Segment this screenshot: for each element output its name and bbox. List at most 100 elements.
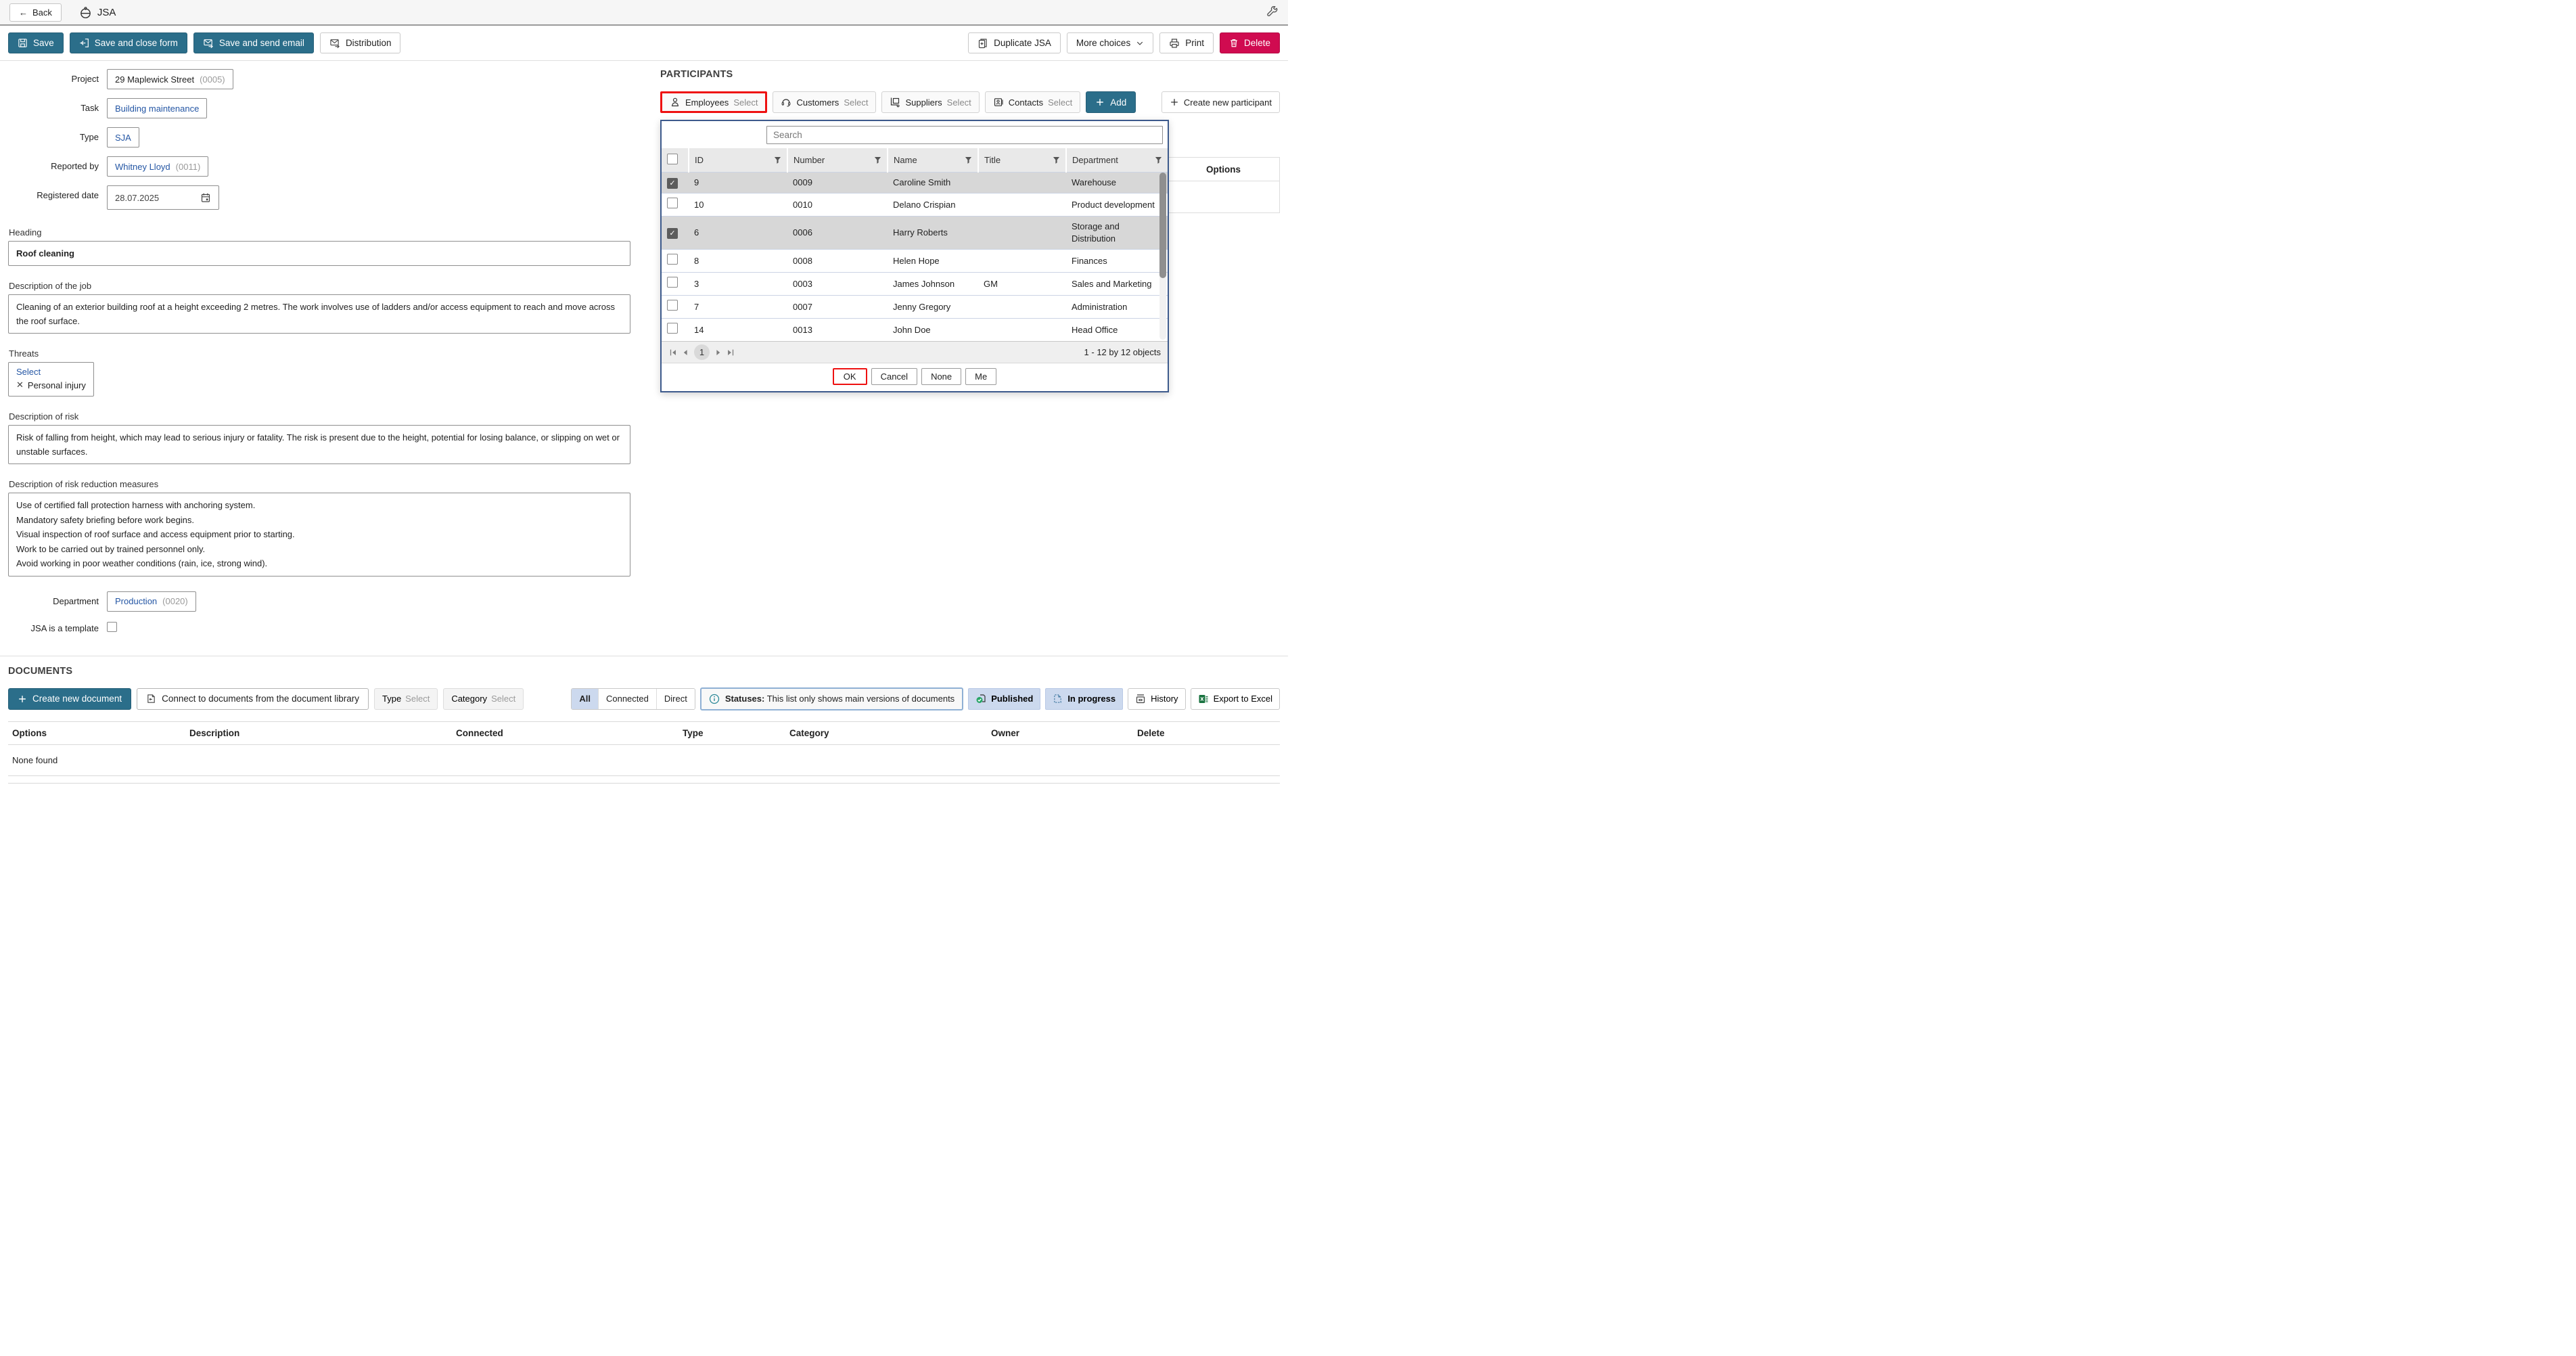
- tab-connected[interactable]: Connected: [598, 689, 656, 709]
- current-page[interactable]: 1: [694, 344, 710, 360]
- filter-icon[interactable]: [774, 156, 781, 164]
- connect-documents-button[interactable]: Connect to documents from the document l…: [137, 688, 369, 710]
- filter-icon[interactable]: [874, 156, 881, 164]
- save-and-send-email-button[interactable]: Save and send email: [193, 32, 314, 53]
- print-button[interactable]: Print: [1159, 32, 1214, 53]
- type-label: Type: [8, 127, 107, 142]
- create-new-participant-button[interactable]: Create new participant: [1162, 91, 1280, 113]
- employee-table-header: ID Number Name Title Department: [662, 148, 1168, 173]
- empty-row: None found: [8, 744, 1280, 775]
- row-checkbox[interactable]: [667, 277, 678, 288]
- printer-icon: [1169, 38, 1180, 49]
- employee-table: ID Number Name Title Department ✓90009Ca…: [662, 148, 1168, 341]
- save-and-close-button[interactable]: Save and close form: [70, 32, 187, 53]
- employee-row[interactable]: 70007Jenny GregoryAdministration: [662, 296, 1168, 319]
- col-category: Category: [785, 721, 987, 744]
- threats-select-link[interactable]: Select: [16, 367, 86, 377]
- options-column-header: Options: [1168, 158, 1279, 181]
- contact-card-icon: [993, 97, 1004, 108]
- last-page-icon[interactable]: [726, 348, 735, 357]
- save-button[interactable]: Save: [8, 32, 64, 53]
- prev-page-icon[interactable]: [681, 348, 690, 357]
- remove-threat-icon[interactable]: ✕: [16, 380, 24, 390]
- documents-table: Options Description Connected Type Categ…: [8, 721, 1280, 784]
- me-button[interactable]: Me: [965, 368, 996, 385]
- reported-by-field[interactable]: Whitney Lloyd (0011): [107, 156, 208, 177]
- published-filter-button[interactable]: Published: [968, 688, 1040, 710]
- column-number[interactable]: Number: [787, 148, 888, 173]
- none-found-label: None found: [8, 744, 1280, 775]
- employee-row[interactable]: 140013John DoeHead Office: [662, 319, 1168, 342]
- template-label: JSA is a template: [8, 620, 107, 633]
- scrollbar[interactable]: [1159, 173, 1166, 340]
- duplicate-jsa-button[interactable]: Duplicate JSA: [968, 32, 1061, 53]
- employee-row[interactable]: 30003James JohnsonGMSales and Marketing: [662, 273, 1168, 296]
- reported-by-label: Reported by: [8, 156, 107, 171]
- history-button[interactable]: History: [1128, 688, 1185, 710]
- registered-date-field[interactable]: 28.07.2025: [107, 185, 219, 210]
- ok-button[interactable]: OK: [833, 368, 867, 385]
- app-title: JSA: [79, 6, 116, 19]
- heading-label: Heading: [9, 227, 630, 238]
- filter-icon[interactable]: [965, 156, 972, 164]
- tab-all-documents[interactable]: All: [572, 689, 598, 709]
- next-page-icon[interactable]: [714, 348, 723, 357]
- employee-row[interactable]: 80008Helen HopeFinances: [662, 250, 1168, 273]
- row-checkbox[interactable]: [667, 300, 678, 311]
- measures-input[interactable]: Use of certified fall protection harness…: [8, 493, 630, 577]
- department-label: Department: [8, 591, 107, 606]
- filter-icon[interactable]: [1053, 156, 1060, 164]
- column-department[interactable]: Department: [1066, 148, 1168, 173]
- search-input[interactable]: [766, 126, 1163, 144]
- column-title[interactable]: Title: [978, 148, 1066, 173]
- chevron-down-icon: [1136, 39, 1144, 47]
- calendar-icon[interactable]: [200, 192, 211, 203]
- threats-field[interactable]: Select ✕ Personal injury: [8, 362, 94, 397]
- employee-row[interactable]: 100010Delano CrispianProduct development: [662, 194, 1168, 217]
- row-checkbox[interactable]: [667, 254, 678, 265]
- documents-section: DOCUMENTS Create new document Connect to…: [0, 656, 1288, 784]
- task-field[interactable]: Building maintenance: [107, 98, 207, 118]
- employees-select-button[interactable]: Employees Select: [660, 91, 767, 113]
- department-field[interactable]: Production (0020): [107, 591, 196, 612]
- distribution-button[interactable]: Distribution: [320, 32, 401, 53]
- row-checkbox[interactable]: ✓: [667, 228, 678, 239]
- row-checkbox[interactable]: ✓: [667, 178, 678, 189]
- column-id[interactable]: ID: [689, 148, 787, 173]
- cancel-button[interactable]: Cancel: [871, 368, 917, 385]
- suppliers-select-button[interactable]: Suppliers Select: [881, 91, 979, 113]
- job-description-input[interactable]: Cleaning of an exterior building roof at…: [8, 294, 630, 334]
- category-select-button[interactable]: Category Select: [443, 688, 524, 710]
- project-field[interactable]: 29 Maplewick Street (0005): [107, 69, 233, 89]
- select-all-cell: [662, 148, 689, 173]
- in-progress-filter-button[interactable]: In progress: [1045, 688, 1123, 710]
- none-button[interactable]: None: [921, 368, 961, 385]
- select-all-checkbox[interactable]: [667, 154, 678, 164]
- customers-select-button[interactable]: Customers Select: [773, 91, 876, 113]
- column-name[interactable]: Name: [888, 148, 978, 173]
- contacts-select-button[interactable]: Contacts Select: [985, 91, 1080, 113]
- back-button[interactable]: ← Back: [9, 3, 62, 22]
- create-new-document-button[interactable]: Create new document: [8, 688, 131, 710]
- template-checkbox[interactable]: [107, 622, 117, 632]
- documents-title: DOCUMENTS: [8, 666, 1280, 677]
- trash-icon: [1229, 38, 1239, 48]
- row-checkbox[interactable]: [667, 323, 678, 334]
- add-participants-button[interactable]: Add: [1086, 91, 1136, 113]
- export-to-excel-button[interactable]: Export to Excel: [1191, 688, 1280, 710]
- row-checkbox[interactable]: [667, 198, 678, 208]
- heading-input[interactable]: Roof cleaning: [8, 241, 630, 266]
- risk-description-input[interactable]: Risk of falling from height, which may l…: [8, 425, 630, 464]
- tab-direct[interactable]: Direct: [656, 689, 695, 709]
- filter-icon[interactable]: [1155, 156, 1162, 164]
- type-select-button[interactable]: Type Select: [374, 688, 438, 710]
- first-page-icon[interactable]: [668, 348, 678, 357]
- type-field[interactable]: SJA: [107, 127, 139, 148]
- employee-row[interactable]: ✓60006Harry RobertsStorage and Distribut…: [662, 217, 1168, 250]
- scrollbar-thumb[interactable]: [1159, 173, 1166, 278]
- wrench-icon[interactable]: [1266, 6, 1279, 18]
- delete-button[interactable]: Delete: [1220, 32, 1280, 53]
- col-delete: Delete: [1133, 721, 1280, 744]
- employee-row[interactable]: ✓90009Caroline SmithWarehouse: [662, 173, 1168, 194]
- more-choices-button[interactable]: More choices: [1067, 32, 1153, 53]
